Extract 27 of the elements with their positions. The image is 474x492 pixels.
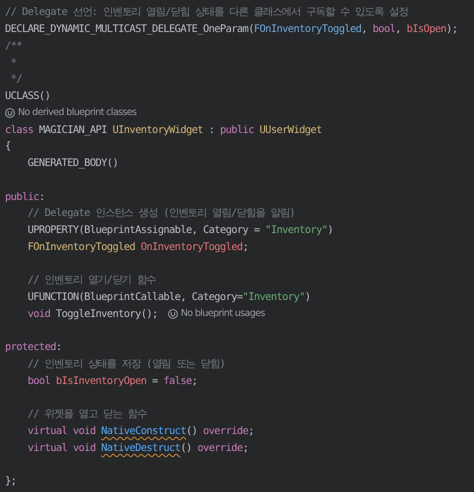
code-line: };: [5, 475, 16, 488]
code-line: virtual void NativeDestruct() override;: [26, 442, 248, 454]
code-line: // 인벤토리 상태를 저장 (열림 또는 닫힘): [26, 357, 226, 372]
code-line: /**: [5, 40, 22, 52]
code-line: {: [5, 140, 11, 152]
code-line: class MAGICIAN_API UInventoryWidget : public UUserWidget: [5, 124, 322, 136]
code-line: UCLASS(): [5, 90, 50, 102]
code-line: // Delegate 인스턴스 생성 (인벤토리 열림/닫힘을 알림): [26, 206, 295, 220]
code-line: bool bIsInventoryOpen = false;: [26, 374, 198, 387]
code-line: */: [10, 73, 22, 86]
code-line: // Delegate 선언: 인벤토리 열림/닫힘 상태를 다른 클래스에서 구독할 수 있도록 설정: [5, 5, 408, 20]
usage-hint[interactable]: No blueprint usages: [180, 308, 265, 320]
code-line: FOnInventoryToggled OnInventoryToggled;: [26, 240, 248, 253]
code-line: public:: [5, 190, 45, 203]
code-line: void ToggleInventory();: [26, 308, 158, 320]
code-line: *: [10, 56, 16, 69]
code-line: GENERATED_BODY(): [26, 157, 118, 170]
hint-icon: [5, 108, 15, 118]
usage-hint[interactable]: No derived blueprint classes: [18, 107, 136, 118]
code-line: virtual void NativeConstruct() override;: [26, 425, 254, 438]
code-line: UPROPERTY(BlueprintAssignable, Category = "Inventory"): [26, 224, 334, 236]
code-line: DECLARE_DYNAMIC_MULTICAST_DELEGATE_OneParam(FOnInventoryToggled, bool, bIsOpen);: [5, 23, 458, 36]
code-line: protected:: [5, 341, 62, 354]
code-line: // 위젯을 열고 닫는 함수: [26, 407, 146, 422]
hint-icon: [168, 308, 178, 319]
code-line: UFUNCTION(BlueprintCallable, Category="Inventory"): [26, 291, 310, 304]
code-line: // 인벤토리 열기/닫기 함수: [26, 273, 156, 288]
